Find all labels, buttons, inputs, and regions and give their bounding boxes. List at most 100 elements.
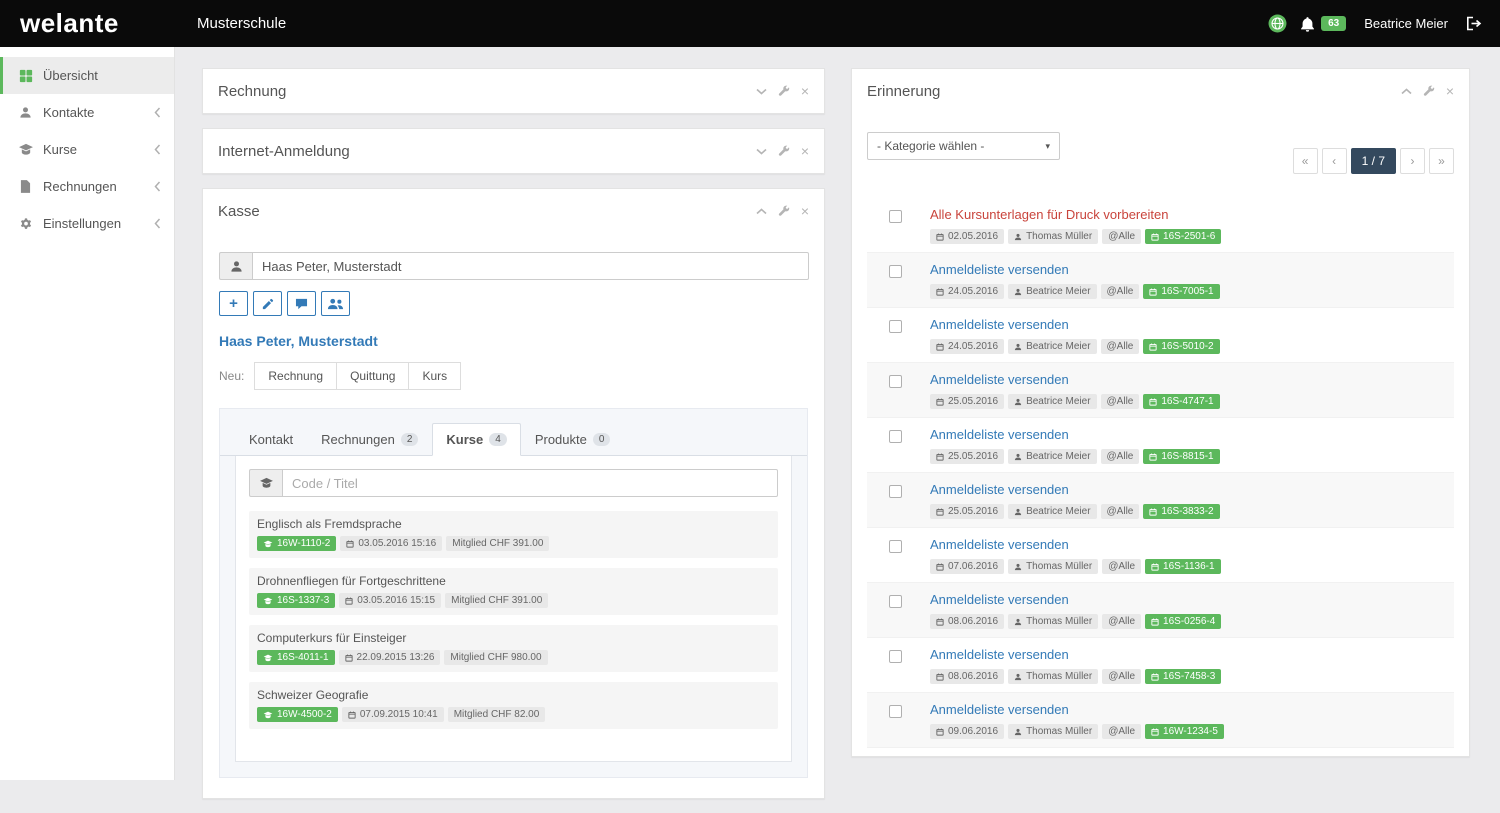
reminder-course-code-chip[interactable]: 16S-0256-4: [1145, 614, 1222, 629]
contact-search-input[interactable]: [252, 252, 809, 280]
sidebar-item-label: Einstellungen: [43, 216, 122, 231]
reminder-date-chip: 25.05.2016: [930, 504, 1005, 519]
reminder-title[interactable]: Anmeldeliste versenden: [930, 702, 1224, 717]
settings-wrench-icon[interactable]: [778, 145, 790, 157]
pagination-last[interactable]: »: [1429, 148, 1454, 174]
collapse-chevron-up-icon[interactable]: [1401, 87, 1412, 95]
sidebar-item-kontakte[interactable]: Kontakte: [0, 94, 174, 131]
notification-count-badge[interactable]: 63: [1321, 16, 1347, 31]
panel-erinnerung-header: Erinnerung ×: [852, 69, 1469, 113]
reminder-course-code-chip[interactable]: 16W-1234-5: [1145, 724, 1224, 739]
collapse-chevron-up-icon[interactable]: [756, 207, 767, 215]
reminder-person-chip: Thomas Müller: [1008, 229, 1099, 244]
course-row[interactable]: Englisch als Fremdsprache 16W-1110-2 03.…: [249, 511, 778, 558]
course-code-chip[interactable]: 16S-4011-1: [257, 650, 335, 665]
sidebar-item-kurse[interactable]: Kurse: [0, 131, 174, 168]
contact-tab-zone: Kontakt Rechnungen 2 Kurse 4 Produkte 0 …: [219, 408, 808, 778]
course-search-input[interactable]: [282, 469, 778, 497]
reminder-checkbox[interactable]: [889, 430, 902, 443]
reminder-course-code-chip[interactable]: 16S-7005-1: [1143, 284, 1220, 299]
course-row[interactable]: Computerkurs für Einsteiger 16S-4011-1 2…: [249, 625, 778, 672]
course-row[interactable]: Schweizer Geografie 16W-4500-2 07.09.201…: [249, 682, 778, 729]
app-logo[interactable]: welante: [0, 8, 175, 39]
reminder-checkbox[interactable]: [889, 705, 902, 718]
reminder-title[interactable]: Anmeldeliste versenden: [930, 427, 1220, 442]
reminder-checkbox[interactable]: [889, 210, 902, 223]
close-icon[interactable]: ×: [801, 204, 809, 218]
reminder-course-code-chip[interactable]: 16S-1136-1: [1145, 559, 1221, 574]
tab-rechnungen[interactable]: Rechnungen 2: [307, 423, 432, 456]
reminder-title[interactable]: Anmeldeliste versenden: [930, 262, 1220, 277]
settings-wrench-icon[interactable]: [778, 205, 790, 217]
current-user[interactable]: Beatrice Meier: [1364, 16, 1448, 31]
add-button[interactable]: +: [219, 291, 248, 316]
category-select[interactable]: - Kategorie wählen - ▾: [867, 132, 1060, 160]
sidebar-item-einstellungen[interactable]: Einstellungen: [0, 205, 174, 242]
reminder-main: Anmeldeliste versenden 08.06.2016 Thomas…: [930, 647, 1222, 684]
panel-rechnung-header: Rechnung ×: [203, 69, 824, 113]
close-icon[interactable]: ×: [801, 84, 809, 98]
expand-chevron-down-icon[interactable]: [756, 88, 767, 95]
pagination-next[interactable]: ›: [1400, 148, 1425, 174]
sidebar-item-rechnungen[interactable]: Rechnungen: [0, 168, 174, 205]
reminder-title[interactable]: Anmeldeliste versenden: [930, 592, 1221, 607]
reminder-date-chip: 07.06.2016: [930, 559, 1005, 574]
grid-icon: [17, 69, 34, 83]
course-title: Computerkurs für Einsteiger: [257, 631, 407, 645]
reminder-course-code-chip[interactable]: 16S-2501-6: [1145, 229, 1222, 244]
tab-kontakt[interactable]: Kontakt: [235, 423, 307, 456]
neu-quittung-button[interactable]: Quittung: [336, 362, 410, 390]
panel-tools: ×: [756, 84, 809, 98]
reminder-title[interactable]: Anmeldeliste versenden: [930, 482, 1220, 497]
reminder-course-code-chip[interactable]: 16S-8815-1: [1143, 449, 1220, 464]
close-icon[interactable]: ×: [801, 144, 809, 158]
reminder-checkbox[interactable]: [889, 265, 902, 278]
calendar-icon: [1151, 563, 1159, 571]
course-code-chip[interactable]: 16W-1110-2: [257, 536, 337, 551]
course-code: 16S-4011-1: [277, 652, 329, 663]
reminder-course-code-chip[interactable]: 16S-7458-3: [1145, 669, 1222, 684]
panel-erinnerung-body: - Kategorie wählen - ▾ « ‹ 1 / 7 › » All…: [852, 113, 1469, 756]
reminder-title[interactable]: Anmeldeliste versenden: [930, 537, 1221, 552]
group-button[interactable]: [321, 291, 350, 316]
reminder-checkbox[interactable]: [889, 485, 902, 498]
tab-produkte[interactable]: Produkte 0: [521, 423, 625, 456]
reminder-course-code-chip[interactable]: 16S-4747-1: [1143, 394, 1220, 409]
reminder-course-code-chip[interactable]: 16S-3833-2: [1143, 504, 1220, 519]
settings-wrench-icon[interactable]: [778, 85, 790, 97]
reminder-checkbox[interactable]: [889, 320, 902, 333]
reminder-title[interactable]: Alle Kursunterlagen für Druck vorbereite…: [930, 207, 1221, 222]
globe-icon[interactable]: [1268, 14, 1287, 33]
neu-kurs-button[interactable]: Kurs: [408, 362, 462, 390]
contact-link[interactable]: Haas Peter, Musterstadt: [219, 333, 808, 349]
tab-kurse[interactable]: Kurse 4: [432, 423, 521, 456]
reminder-checkbox[interactable]: [889, 375, 902, 388]
neu-rechnung-button[interactable]: Rechnung: [254, 362, 338, 390]
reminder-person: Beatrice Meier: [1026, 396, 1091, 407]
bell-icon[interactable]: [1300, 16, 1315, 32]
expand-chevron-down-icon[interactable]: [756, 148, 767, 155]
reminder-title[interactable]: Anmeldeliste versenden: [930, 647, 1221, 662]
pagination-first[interactable]: «: [1292, 148, 1318, 174]
course-row[interactable]: Drohnenfliegen für Fortgeschrittene 16S-…: [249, 568, 778, 615]
calendar-icon: [936, 728, 944, 736]
reminder-checkbox[interactable]: [889, 540, 902, 553]
close-icon[interactable]: ×: [1446, 84, 1454, 98]
edit-button[interactable]: [253, 291, 282, 316]
reminder-checkbox[interactable]: [889, 595, 902, 608]
settings-wrench-icon[interactable]: [1423, 85, 1435, 97]
reminder-title[interactable]: Anmeldeliste versenden: [930, 372, 1220, 387]
sidebar-item-uebersicht[interactable]: Übersicht: [0, 57, 174, 94]
reminder-checkbox[interactable]: [889, 650, 902, 663]
reminder-course-code-chip[interactable]: 16S-5010-2: [1143, 339, 1220, 354]
course-code-chip[interactable]: 16S-1337-3: [257, 593, 336, 608]
course-code-chip[interactable]: 16W-4500-2: [257, 707, 338, 722]
logout-icon[interactable]: [1466, 16, 1482, 31]
reminder-date-chip: 08.06.2016: [930, 614, 1005, 629]
pagination-prev[interactable]: ‹: [1321, 148, 1347, 174]
comment-button[interactable]: [287, 291, 316, 316]
reminder-audience-chip: @Alle: [1102, 229, 1142, 244]
reminder-badges: 24.05.2016 Beatrice Meier @Alle: [930, 284, 1220, 299]
reminder-title[interactable]: Anmeldeliste versenden: [930, 317, 1220, 332]
users-icon: [327, 298, 344, 310]
